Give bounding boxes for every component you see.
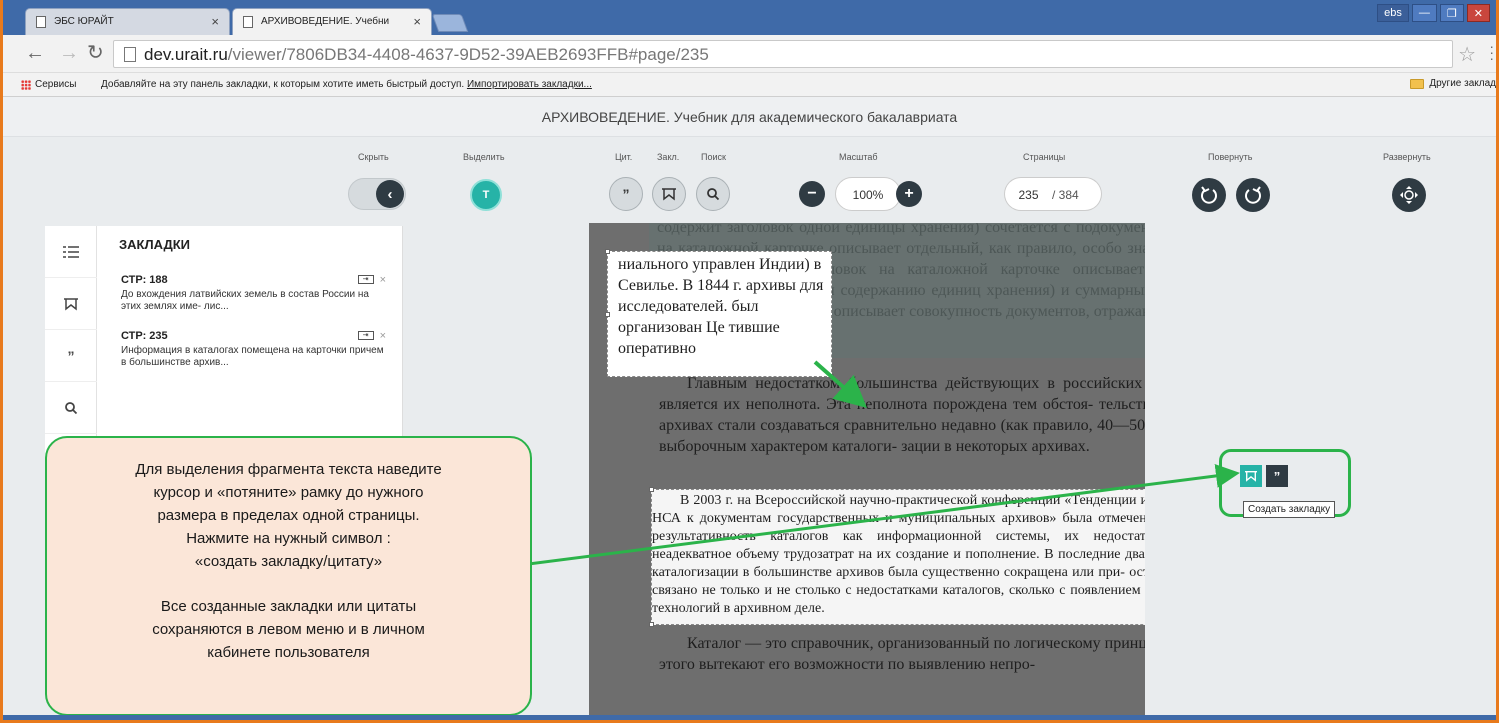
url-host: dev.urait.ru [144, 45, 228, 64]
import-bookmarks-link[interactable]: Импортировать закладки... [467, 79, 592, 90]
page-icon [124, 47, 136, 62]
url-path: /viewer/7806DB34-4408-4637-9D52-39AEB269… [227, 45, 709, 64]
folder-icon [1410, 78, 1425, 89]
profile-button[interactable]: ebs [1377, 4, 1409, 22]
tab-ebs-urait[interactable]: ЭБС ЮРАЙТ × [25, 8, 230, 35]
apps-label: Сервисы [35, 79, 77, 90]
tab-arkhivovedenie[interactable]: АРХИВОВЕДЕНИЕ. Учебни × [232, 8, 432, 35]
tab-label: АРХИВОВЕДЕНИЕ. Учебни [261, 16, 390, 27]
callout-line: Нажмите на нужный символ : [186, 530, 391, 547]
apps-button[interactable]: Сервисы [21, 79, 76, 90]
other-bookmarks-label: Другие заклад [1429, 78, 1496, 89]
callout-line: сохраняются в левом меню и в личном [152, 621, 425, 638]
bookmarks-hint: Добавляйте на эту панель закладки, к кот… [101, 79, 592, 90]
maximize-icon[interactable]: ❐ [1439, 4, 1464, 22]
page-icon [36, 16, 46, 28]
url-input[interactable]: dev.urait.ru/viewer/7806DB34-4408-4637-9… [113, 40, 1453, 68]
window-controls: ebs — ❐ ✕ [1377, 4, 1490, 22]
bookmarks-bar: Сервисы Добавляйте на эту панель закладк… [3, 73, 1496, 97]
menu-icon[interactable]: · · · [1489, 39, 1494, 65]
tab-strip: ЭБС ЮРАЙТ × АРХИВОВЕДЕНИЕ. Учебни × ebs … [3, 0, 1496, 35]
close-window-icon[interactable]: ✕ [1466, 4, 1490, 22]
document-viewer: АРХИВОВЕДЕНИЕ. Учебник для академическог… [3, 97, 1496, 720]
callout-line: размера в пределах одной страницы. [157, 507, 420, 524]
callout-line: кабинете пользователя [207, 644, 370, 661]
back-icon[interactable]: ← [25, 43, 45, 63]
bookmarks-hint-text: Добавляйте на эту панель закладки, к кот… [101, 79, 465, 90]
apps-grid-icon [21, 79, 31, 90]
reload-icon[interactable]: ↻ [87, 43, 104, 63]
callout-line: Все созданные закладки или цитаты [160, 598, 417, 615]
page-icon [243, 16, 253, 28]
close-icon[interactable]: × [413, 14, 421, 29]
star-icon[interactable]: ☆ [1458, 42, 1476, 67]
close-icon[interactable]: × [211, 14, 219, 29]
instruction-callout: Для выделения фрагмента текста наведите … [45, 436, 532, 716]
browser-window: ЭБС ЮРАЙТ × АРХИВОВЕДЕНИЕ. Учебни × ebs … [0, 0, 1499, 723]
minimize-icon[interactable]: — [1411, 4, 1437, 22]
other-bookmarks[interactable]: Другие заклад [1410, 78, 1496, 89]
callout-line: курсор и «потяните» рамку до нужного [153, 484, 424, 501]
new-tab-button[interactable] [431, 14, 469, 32]
taskbar-strip [3, 715, 1496, 720]
arrow-to-bookmark-button [442, 464, 1240, 577]
tab-label: ЭБС ЮРАЙТ [54, 16, 114, 27]
callout-line: «создать закладку/цитату» [194, 553, 383, 570]
callout-line: Для выделения фрагмента текста наведите [135, 461, 442, 478]
address-bar: ← → ↻ dev.urait.ru/viewer/7806DB34-4408-… [3, 35, 1496, 73]
arrow-to-selection [813, 360, 867, 408]
forward-icon[interactable]: → [59, 43, 79, 63]
